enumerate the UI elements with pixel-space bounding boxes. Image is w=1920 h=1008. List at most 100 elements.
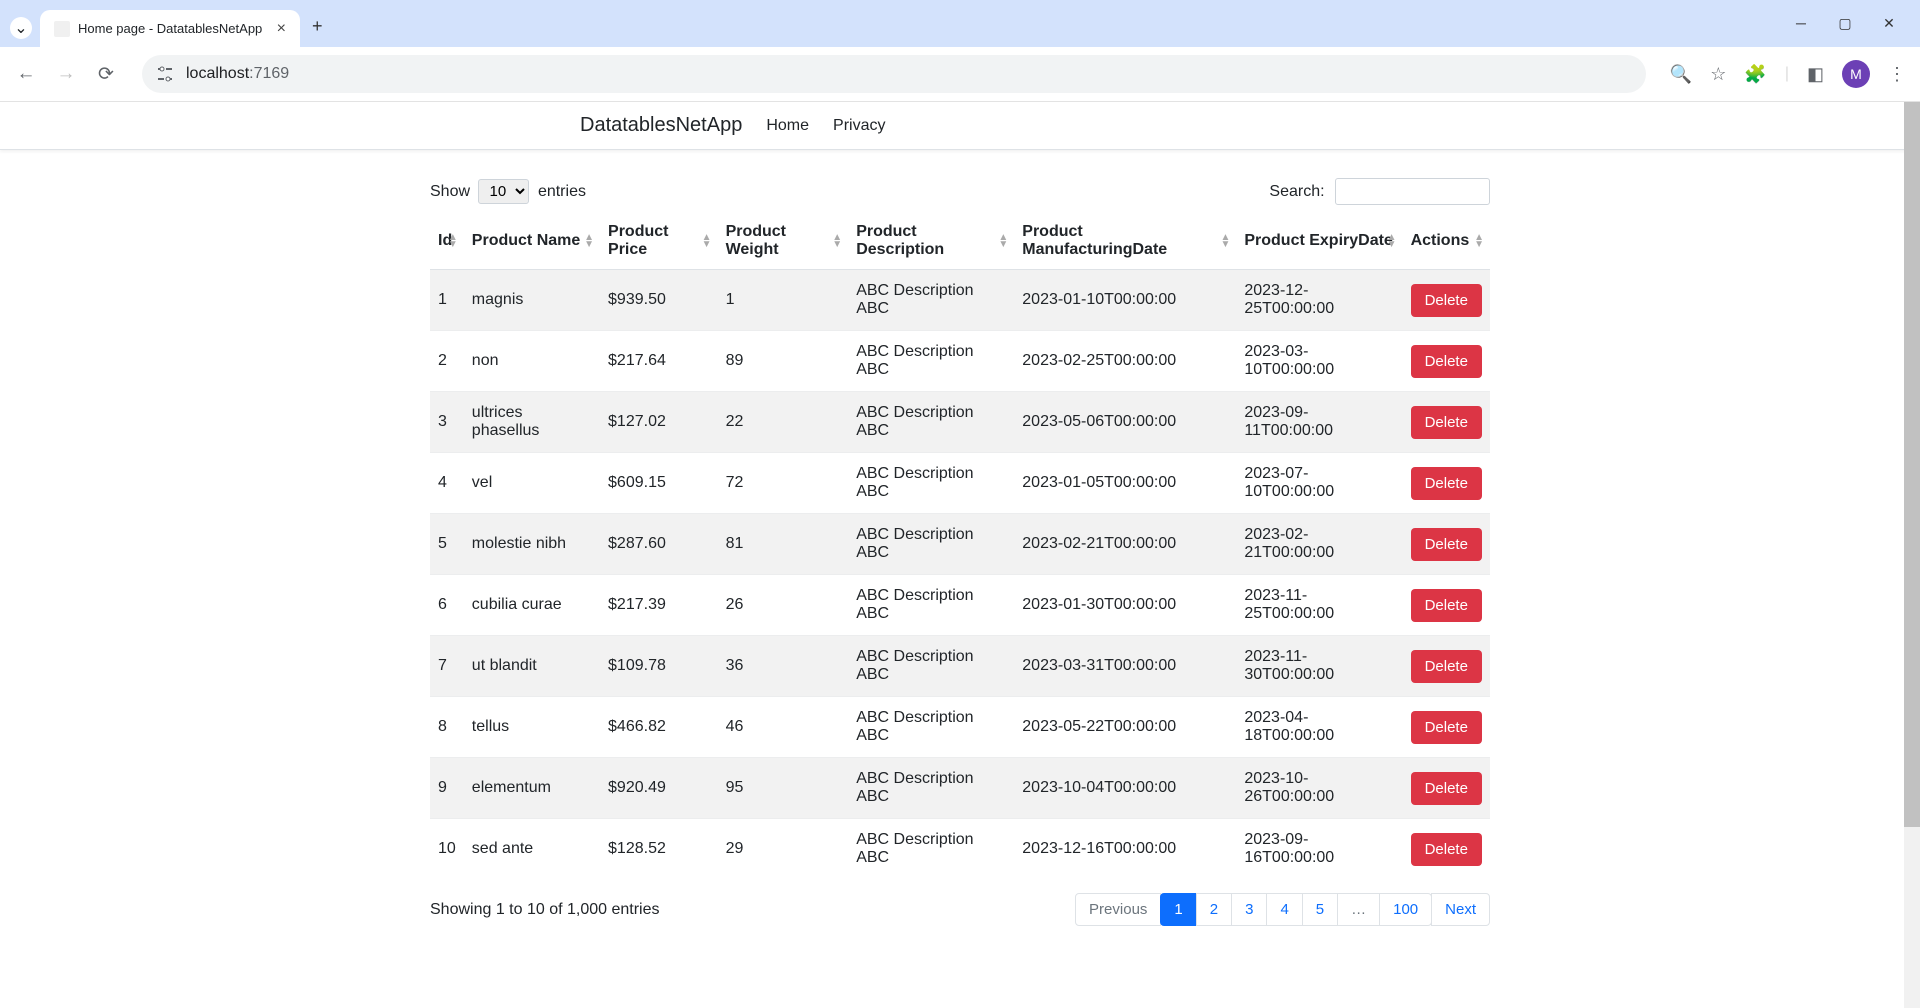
delete-button[interactable]: Delete — [1411, 589, 1482, 622]
cell-exp: 2023-04-18T00:00:00 — [1236, 697, 1402, 758]
browser-tab-strip: ⌄ Home page - DatatablesNetApp × + ─ ▢ ✕ — [0, 0, 1920, 47]
cell-exp: 2023-03-10T00:00:00 — [1236, 331, 1402, 392]
scroll-thumb[interactable] — [1904, 102, 1920, 827]
minimize-icon[interactable]: ─ — [1794, 16, 1808, 30]
cell-exp: 2023-12-25T00:00:00 — [1236, 270, 1402, 331]
column-header[interactable]: Product Description▲▼ — [848, 213, 1014, 270]
menu-icon[interactable]: ⋮ — [1888, 64, 1906, 85]
cell-desc: ABC Description ABC — [848, 575, 1014, 636]
page-number[interactable]: 2 — [1196, 893, 1232, 926]
products-table: Id▲▼Product Name▲▼Product Price▲▼Product… — [430, 213, 1490, 879]
brand-link[interactable]: DatatablesNetApp — [580, 114, 742, 137]
column-header[interactable]: Actions▲▼ — [1403, 213, 1490, 270]
cell-name: tellus — [464, 697, 600, 758]
sort-icon: ▲▼ — [998, 234, 1008, 248]
chevron-down-icon: ⌄ — [14, 18, 27, 38]
cell-name: magnis — [464, 270, 600, 331]
cell-mfg: 2023-05-06T00:00:00 — [1014, 392, 1236, 453]
maximize-icon[interactable]: ▢ — [1838, 16, 1852, 30]
delete-button[interactable]: Delete — [1411, 406, 1482, 439]
cell-id: 6 — [430, 575, 464, 636]
page-previous[interactable]: Previous — [1075, 893, 1161, 926]
cell-weight: 95 — [718, 758, 849, 819]
bookmark-icon[interactable]: ☆ — [1710, 64, 1726, 85]
cell-desc: ABC Description ABC — [848, 392, 1014, 453]
search-input[interactable] — [1335, 178, 1490, 205]
cell-mfg: 2023-10-04T00:00:00 — [1014, 758, 1236, 819]
back-button[interactable]: ← — [14, 63, 38, 85]
close-window-icon[interactable]: ✕ — [1882, 16, 1896, 30]
cell-actions: Delete — [1403, 697, 1490, 758]
cell-desc: ABC Description ABC — [848, 636, 1014, 697]
delete-button[interactable]: Delete — [1411, 833, 1482, 866]
browser-tab[interactable]: Home page - DatatablesNetApp × — [40, 10, 300, 47]
delete-button[interactable]: Delete — [1411, 284, 1482, 317]
cell-price: $287.60 — [600, 514, 718, 575]
page-number[interactable]: 4 — [1266, 893, 1302, 926]
entries-select[interactable]: 10 — [478, 179, 529, 204]
page-number[interactable]: 5 — [1302, 893, 1338, 926]
table-row: 3ultrices phasellus$127.0222ABC Descript… — [430, 392, 1490, 453]
zoom-icon[interactable]: 🔍 — [1670, 64, 1692, 85]
nav-link-home[interactable]: Home — [766, 117, 809, 135]
cell-exp: 2023-09-16T00:00:00 — [1236, 819, 1402, 880]
cell-exp: 2023-09-11T00:00:00 — [1236, 392, 1402, 453]
cell-id: 4 — [430, 453, 464, 514]
cell-exp: 2023-11-30T00:00:00 — [1236, 636, 1402, 697]
side-panel-icon[interactable]: ◧ — [1807, 64, 1824, 85]
column-header[interactable]: Product ExpiryDate▲▼ — [1236, 213, 1402, 270]
cell-mfg: 2023-12-16T00:00:00 — [1014, 819, 1236, 880]
cell-name: ultrices phasellus — [464, 392, 600, 453]
cell-id: 10 — [430, 819, 464, 880]
pagination: Previous 12345…100 Next — [1076, 893, 1490, 926]
column-header[interactable]: Product ManufacturingDate▲▼ — [1014, 213, 1236, 270]
cell-id: 7 — [430, 636, 464, 697]
tab-search-dropdown[interactable]: ⌄ — [10, 17, 32, 39]
cell-weight: 81 — [718, 514, 849, 575]
new-tab-button[interactable]: + — [312, 16, 323, 37]
reload-button[interactable]: ⟳ — [94, 63, 118, 86]
cell-name: sed ante — [464, 819, 600, 880]
table-row: 7ut blandit$109.7836ABC Description ABC2… — [430, 636, 1490, 697]
column-header[interactable]: Product Name▲▼ — [464, 213, 600, 270]
cell-name: vel — [464, 453, 600, 514]
delete-button[interactable]: Delete — [1411, 711, 1482, 744]
delete-button[interactable]: Delete — [1411, 650, 1482, 683]
close-tab-icon[interactable]: × — [277, 20, 286, 38]
sort-icon: ▲▼ — [1387, 234, 1397, 248]
cell-actions: Delete — [1403, 392, 1490, 453]
page-number[interactable]: 1 — [1160, 893, 1196, 926]
cell-mfg: 2023-02-21T00:00:00 — [1014, 514, 1236, 575]
cell-name: non — [464, 331, 600, 392]
page-next[interactable]: Next — [1431, 893, 1490, 926]
table-row: 5molestie nibh$287.6081ABC Description A… — [430, 514, 1490, 575]
extensions-icon[interactable]: 🧩 — [1744, 64, 1766, 85]
cell-actions: Delete — [1403, 453, 1490, 514]
cell-actions: Delete — [1403, 331, 1490, 392]
column-header[interactable]: Product Price▲▼ — [600, 213, 718, 270]
delete-button[interactable]: Delete — [1411, 345, 1482, 378]
sort-icon: ▲▼ — [584, 234, 594, 248]
column-header[interactable]: Id▲▼ — [430, 213, 464, 270]
address-bar[interactable]: localhost:7169 — [142, 55, 1646, 93]
cell-weight: 22 — [718, 392, 849, 453]
cell-id: 9 — [430, 758, 464, 819]
length-suffix: entries — [538, 183, 586, 200]
scrollbar[interactable] — [1904, 102, 1920, 1008]
tab-title: Home page - DatatablesNetApp — [78, 21, 269, 36]
page-number[interactable]: 3 — [1231, 893, 1267, 926]
cell-id: 2 — [430, 331, 464, 392]
cell-actions: Delete — [1403, 514, 1490, 575]
site-settings-icon[interactable] — [156, 65, 174, 83]
forward-button[interactable]: → — [54, 63, 78, 85]
column-header[interactable]: Product Weight▲▼ — [718, 213, 849, 270]
profile-avatar[interactable]: M — [1842, 60, 1870, 88]
nav-link-privacy[interactable]: Privacy — [833, 117, 885, 135]
page-number[interactable]: 100 — [1379, 893, 1432, 926]
delete-button[interactable]: Delete — [1411, 467, 1482, 500]
cell-actions: Delete — [1403, 758, 1490, 819]
delete-button[interactable]: Delete — [1411, 528, 1482, 561]
table-row: 1magnis$939.501ABC Description ABC2023-0… — [430, 270, 1490, 331]
cell-mfg: 2023-01-10T00:00:00 — [1014, 270, 1236, 331]
delete-button[interactable]: Delete — [1411, 772, 1482, 805]
